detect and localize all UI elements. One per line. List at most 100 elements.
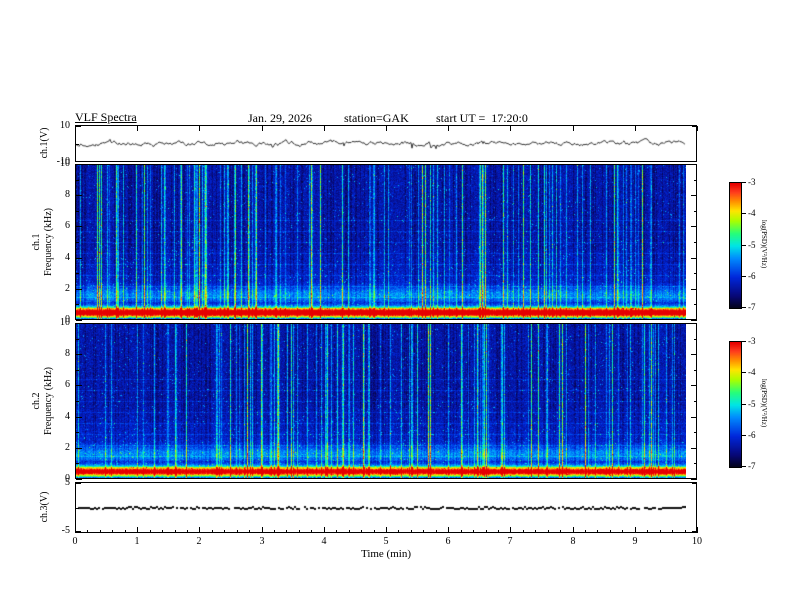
tick-mark — [262, 126, 263, 131]
tick-mark — [486, 530, 487, 533]
tick-mark — [76, 258, 82, 259]
tick-mark — [398, 530, 399, 533]
tick-mark — [742, 372, 746, 374]
tick-mark — [448, 126, 449, 131]
x-tick-label: 2 — [196, 536, 202, 547]
y-tick-label: -10 — [56, 156, 70, 167]
tick-mark — [691, 479, 697, 480]
figure-title: VLF Spectra — [75, 110, 137, 124]
tick-mark — [386, 527, 387, 533]
tick-mark — [76, 385, 82, 386]
tick-mark — [76, 126, 81, 127]
tick-mark — [324, 126, 325, 131]
tick-mark — [691, 289, 697, 290]
y-tick-label: 4 — [65, 252, 70, 263]
tick-mark — [573, 527, 574, 533]
y-tick-label: 2 — [65, 283, 70, 294]
tick-mark — [336, 530, 337, 533]
tick-mark — [76, 463, 79, 464]
tick-mark — [224, 530, 225, 533]
ch3-voltage-axis-label: ch.3(V) — [39, 491, 50, 523]
tick-mark — [386, 126, 387, 131]
tick-mark — [162, 530, 163, 533]
tick-mark — [694, 339, 697, 340]
tick-mark — [672, 530, 673, 533]
tick-mark — [76, 289, 82, 290]
tick-mark — [411, 530, 412, 533]
tick-mark — [76, 401, 79, 402]
y-tick-label: 6 — [65, 379, 70, 390]
tick-mark — [76, 161, 81, 162]
x-tick-label: 3 — [259, 536, 265, 547]
tick-mark — [87, 530, 88, 533]
tick-mark — [311, 530, 312, 533]
tick-mark — [660, 530, 661, 533]
tick-mark — [694, 432, 697, 433]
vlf-spectra-figure: VLF Spectra Jan. 29, 2026 station=GAK st… — [0, 0, 792, 612]
tick-mark — [76, 508, 79, 509]
tick-mark — [76, 531, 81, 532]
y-tick-label: 5 — [65, 477, 70, 488]
tick-mark — [573, 126, 574, 131]
tick-mark — [100, 530, 101, 533]
tick-mark — [374, 530, 375, 533]
tick-mark — [694, 401, 697, 402]
tick-mark — [523, 530, 524, 533]
ch2-colorbar — [729, 341, 742, 468]
tick-mark — [199, 527, 200, 533]
tick-mark — [76, 370, 79, 371]
colorbar-tick-label: -6 — [748, 429, 756, 440]
ch3-waveform-panel — [75, 482, 697, 533]
tick-mark — [361, 530, 362, 533]
tick-mark — [694, 463, 697, 464]
tick-mark — [76, 211, 79, 212]
figure-date: Jan. 29, 2026 — [248, 111, 312, 125]
x-tick-label: 9 — [632, 536, 638, 547]
tick-mark — [535, 530, 536, 533]
tick-mark — [691, 258, 697, 259]
colorbar-tick-label: -3 — [748, 177, 756, 187]
tick-mark — [691, 354, 697, 355]
ch2-spectrogram-panel — [75, 323, 697, 479]
tick-mark — [76, 164, 82, 165]
tick-mark — [76, 195, 82, 196]
ch2-frequency-axis-label: ch.2 Frequency (kHz) — [31, 321, 57, 481]
tick-mark — [742, 434, 746, 436]
tick-mark — [691, 385, 697, 386]
tick-mark — [694, 242, 697, 243]
ch1-spectrogram — [76, 165, 686, 319]
x-tick-label: 7 — [507, 536, 513, 547]
colorbar-tick-label: -4 — [748, 367, 756, 378]
tick-mark — [473, 530, 474, 533]
tick-mark — [137, 527, 138, 533]
tick-mark — [692, 126, 697, 127]
tick-mark — [691, 164, 697, 165]
tick-mark — [423, 530, 424, 533]
tick-mark — [692, 483, 697, 484]
tick-mark — [691, 417, 697, 418]
colorbar-tick-label: -4 — [748, 208, 756, 219]
tick-mark — [249, 530, 250, 533]
tick-mark — [692, 531, 697, 532]
y-tick-label: 6 — [65, 220, 70, 231]
tick-mark — [76, 242, 79, 243]
tick-mark — [694, 211, 697, 212]
tick-mark — [76, 417, 82, 418]
tick-mark — [742, 213, 746, 215]
tick-mark — [76, 448, 82, 449]
tick-mark — [76, 479, 82, 480]
tick-mark — [436, 530, 437, 533]
tick-mark — [635, 527, 636, 533]
x-tick-label: 4 — [321, 536, 327, 547]
ch1-frequency-axis-label: ch.1 Frequency (kHz) — [31, 162, 57, 322]
tick-mark — [76, 273, 79, 274]
tick-mark — [622, 530, 623, 533]
tick-mark — [274, 530, 275, 533]
colorbar-tick-label: -5 — [748, 398, 756, 409]
tick-mark — [448, 527, 449, 533]
tick-mark — [76, 180, 79, 181]
ch1-axis-frequency: Frequency (kHz) — [42, 207, 54, 277]
colorbar-tick-label: -7 — [748, 461, 756, 471]
tick-mark — [742, 182, 746, 183]
y-tick-label: 8 — [65, 348, 70, 359]
